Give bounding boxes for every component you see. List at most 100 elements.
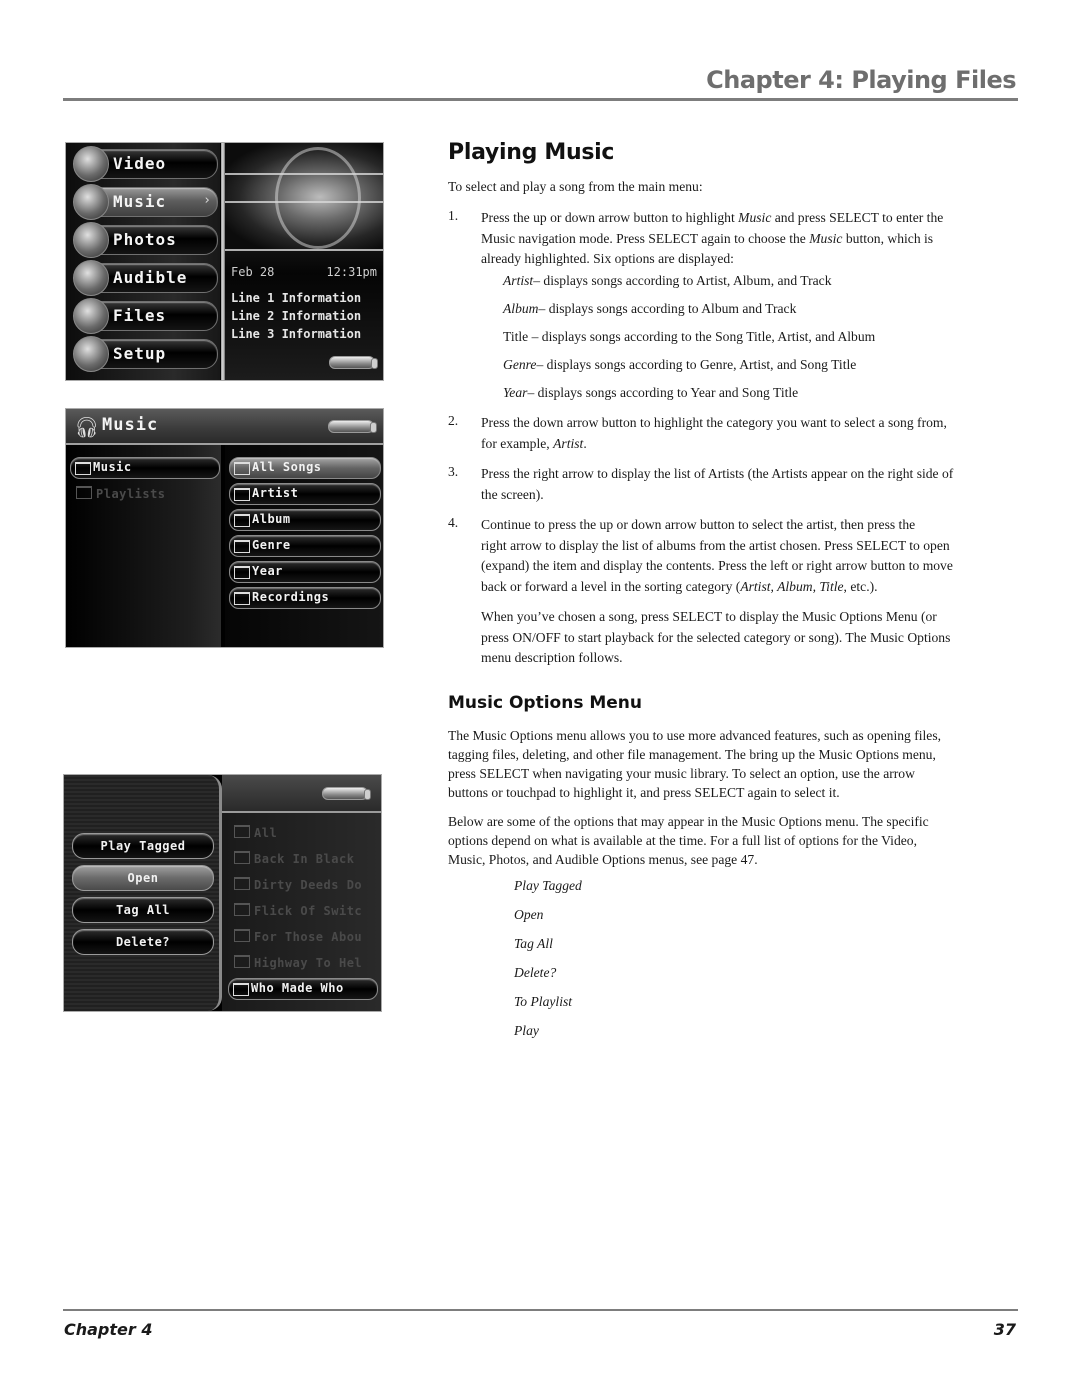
text-run: When you’ve chosen a song, press SELECT … xyxy=(481,609,937,624)
option-label: Play Tagged xyxy=(100,839,186,853)
text-run: and press SELECT to enter the xyxy=(771,210,944,225)
info-line: Line 3 Information xyxy=(231,327,362,341)
text-run: press ON/OFF to start playback for the s… xyxy=(481,629,951,645)
menu-item-video: Video xyxy=(73,146,218,182)
album-list-item: Dirty Deeds Do xyxy=(234,877,362,892)
step-number: 3. xyxy=(448,464,459,479)
option-open: Open xyxy=(72,865,214,891)
screen-title: Music xyxy=(102,415,159,435)
info-line: Line 2 Information xyxy=(231,309,362,323)
text-run: The Music Options menu allows you to use… xyxy=(448,728,942,743)
info-panel: Feb 28 12:31pm Line 1 Information Line 2… xyxy=(225,143,383,380)
folder-icon xyxy=(76,486,92,499)
folder-icon xyxy=(234,514,250,527)
option-list-item: To Playlist xyxy=(514,994,573,1009)
step-3-text: Press the right arrow to display the lis… xyxy=(481,464,953,505)
chevron-right-icon: › xyxy=(203,193,211,208)
album-label: Highway To Hel xyxy=(254,956,363,970)
option-year-desc: Year– displays songs according to Year a… xyxy=(503,385,798,401)
text-run: , etc.). xyxy=(843,578,878,594)
option-album-desc: Album– displays songs according to Album… xyxy=(503,301,796,317)
text-run: right arrow to display the list of album… xyxy=(481,537,950,553)
option-list-item: Open xyxy=(514,907,544,922)
intro-text: To select and play a song from the main … xyxy=(448,179,703,194)
time-readout: 12:31pm xyxy=(326,265,377,279)
option-artist-desc: Artist– displays songs according to Arti… xyxy=(503,273,832,289)
menu-item-label: Video xyxy=(113,154,167,173)
camcorder-icon xyxy=(73,146,109,182)
option-desc: – displays songs according to Genre, Art… xyxy=(536,357,857,372)
screen-header xyxy=(222,775,381,813)
text-run: menu description follows. xyxy=(481,650,623,665)
category-label: All Songs xyxy=(252,460,322,474)
option-name: Album xyxy=(503,301,539,316)
menu-item-photos: Photos xyxy=(73,222,218,258)
folder-icon xyxy=(234,566,250,579)
source-item-label: Music xyxy=(93,460,132,474)
option-desc: – displays songs according to Artist, Al… xyxy=(533,273,832,288)
category-label: Year xyxy=(252,564,283,578)
source-item-playlists: Playlists xyxy=(76,486,166,501)
text-run: for example, xyxy=(481,435,554,451)
battery-icon xyxy=(322,787,371,800)
category-label: Album xyxy=(252,512,291,526)
text-run: Music, Photos, and Audible Options menus… xyxy=(448,852,758,867)
menu-item-files: Files xyxy=(73,298,218,334)
text-run: . xyxy=(583,435,587,451)
options-paragraph-1: The Music Options menu allows you to use… xyxy=(448,726,941,802)
camera-icon xyxy=(73,222,109,258)
folder-icon xyxy=(234,540,250,553)
step-number: 1. xyxy=(448,208,459,223)
stripe-graphic xyxy=(225,201,383,203)
text-run: Music navigation mode. Press SELECT agai… xyxy=(481,230,810,246)
option-name: Year xyxy=(503,385,528,400)
text-run: Press the up or down arrow button to hig… xyxy=(481,210,739,225)
folder-icon xyxy=(234,955,250,968)
album-list-item: Highway To Hel xyxy=(234,955,362,970)
text-run: (expand) the item and display the conten… xyxy=(481,558,953,573)
step-2-text: Press the down arrow button to highlight… xyxy=(481,413,947,454)
album-list-item: All xyxy=(234,825,277,840)
options-menu-screenshot: Play Tagged Open Tag All Delete? All Bac… xyxy=(63,774,382,1012)
open-folder-icon xyxy=(75,462,91,475)
album-art-graphic xyxy=(225,143,383,251)
option-tag-all: Tag All xyxy=(72,897,214,923)
text-run: button, which is xyxy=(842,230,934,246)
option-label: Tag All xyxy=(115,903,171,917)
option-genre-desc: Genre– displays songs according to Genre… xyxy=(503,357,856,373)
option-desc: – displays songs according to Album and … xyxy=(538,301,797,316)
folder-icon xyxy=(234,462,250,475)
text-run: already highlighted. Six options are dis… xyxy=(481,251,734,266)
menu-item-label: Setup xyxy=(113,344,167,363)
text-run: buttons or touchpad to highlight it, and… xyxy=(448,785,840,800)
step-1-text: Press the up or down arrow button to hig… xyxy=(481,208,943,270)
text-run: Below are some of the options that may a… xyxy=(448,814,929,829)
option-play-tagged: Play Tagged xyxy=(72,833,214,859)
option-title-desc: Title – displays songs according to the … xyxy=(503,329,875,345)
text-run-emphasis: Artist, Album, Title xyxy=(740,578,844,594)
option-name: Genre xyxy=(503,357,537,372)
category-item-all-songs: All Songs xyxy=(229,457,381,479)
album-label: Back In Black xyxy=(254,852,355,866)
text-run: Press the down arrow button to highlight… xyxy=(481,415,947,430)
step-4-text: Continue to press the up or down arrow b… xyxy=(481,515,953,597)
category-panel: All Songs Artist Album Genre Year Record… xyxy=(225,445,383,647)
text-run-emphasis: Music xyxy=(809,230,843,246)
gear-icon xyxy=(73,336,109,372)
text-run: Press the right arrow to display the lis… xyxy=(481,466,954,481)
option-list-item: Delete? xyxy=(514,965,557,980)
text-run: Continue to press the up or down arrow b… xyxy=(481,517,916,532)
category-item-genre: Genre xyxy=(229,535,381,557)
text-run: back or forward a level in the sorting c… xyxy=(481,578,741,594)
source-item-label: Playlists xyxy=(96,487,166,501)
date-readout: Feb 28 xyxy=(231,265,275,279)
battery-icon xyxy=(329,356,378,369)
footer-rule xyxy=(63,1309,1018,1311)
folder-icon xyxy=(73,298,109,334)
category-item-year: Year xyxy=(229,561,381,583)
battery-icon xyxy=(328,420,377,433)
album-list-panel: All Back In Black Dirty Deeds Do Flick O… xyxy=(222,813,381,1011)
music-navigation-screenshot: 🎧︎ Music Music Playlists All Songs Artis… xyxy=(65,408,384,648)
menu-item-label: Photos xyxy=(113,230,177,249)
folder-icon xyxy=(233,983,249,996)
